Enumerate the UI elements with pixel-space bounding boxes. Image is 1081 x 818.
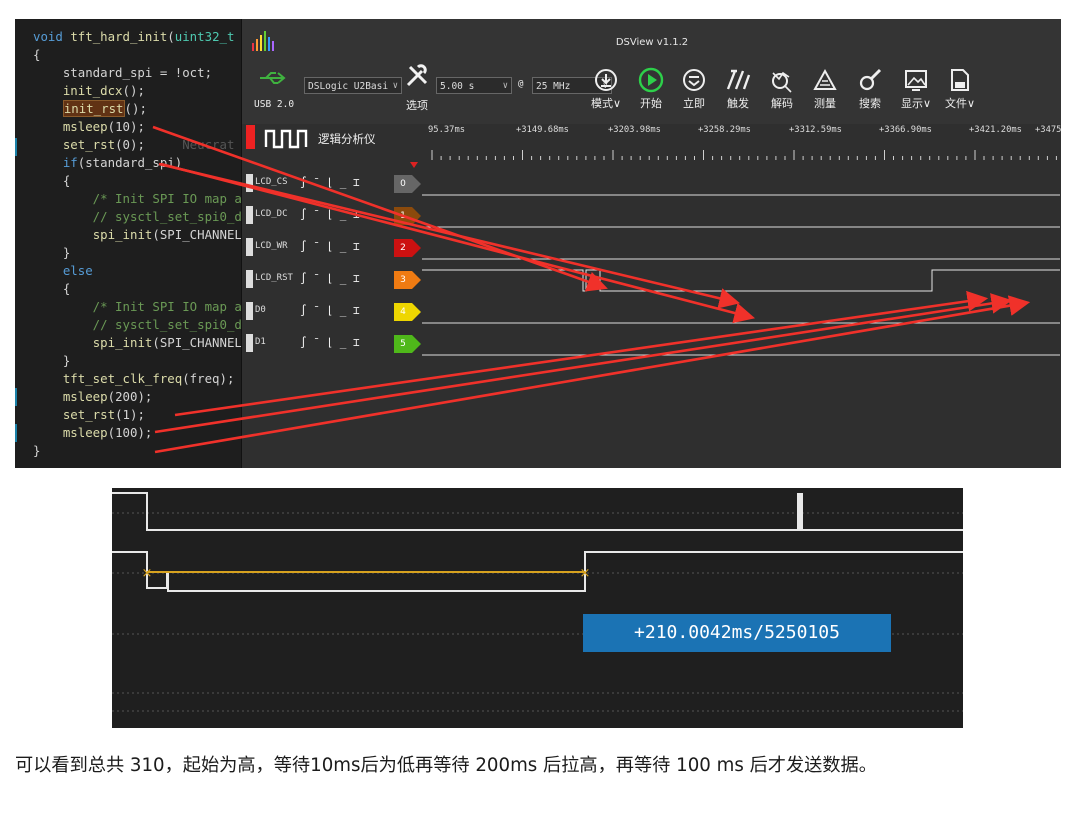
- caption-text: 可以看到总共 310，起始为高，等待10ms后为低再等待 200ms 后拉高，再…: [15, 755, 877, 776]
- cursor-left-icon: ×: [142, 566, 153, 581]
- zoomed-waveform: × × +210.0042ms/5250105: [112, 488, 963, 728]
- annotation-arrow: [154, 293, 1013, 434]
- annotation-arrows: [152, 125, 1031, 454]
- annotation-arrow: [174, 290, 989, 417]
- zoom-waveform-svg: × ×: [112, 492, 963, 712]
- annotation-arrow: [152, 125, 608, 292]
- annotation-arrow: [154, 295, 1031, 454]
- annotation-arrow: [160, 162, 756, 324]
- measurement-box: +210.0042ms/5250105: [583, 614, 891, 652]
- zoom-spike: [797, 493, 803, 530]
- zoom-signal-cs: [112, 492, 963, 531]
- cursor-right-icon: ×: [580, 566, 591, 581]
